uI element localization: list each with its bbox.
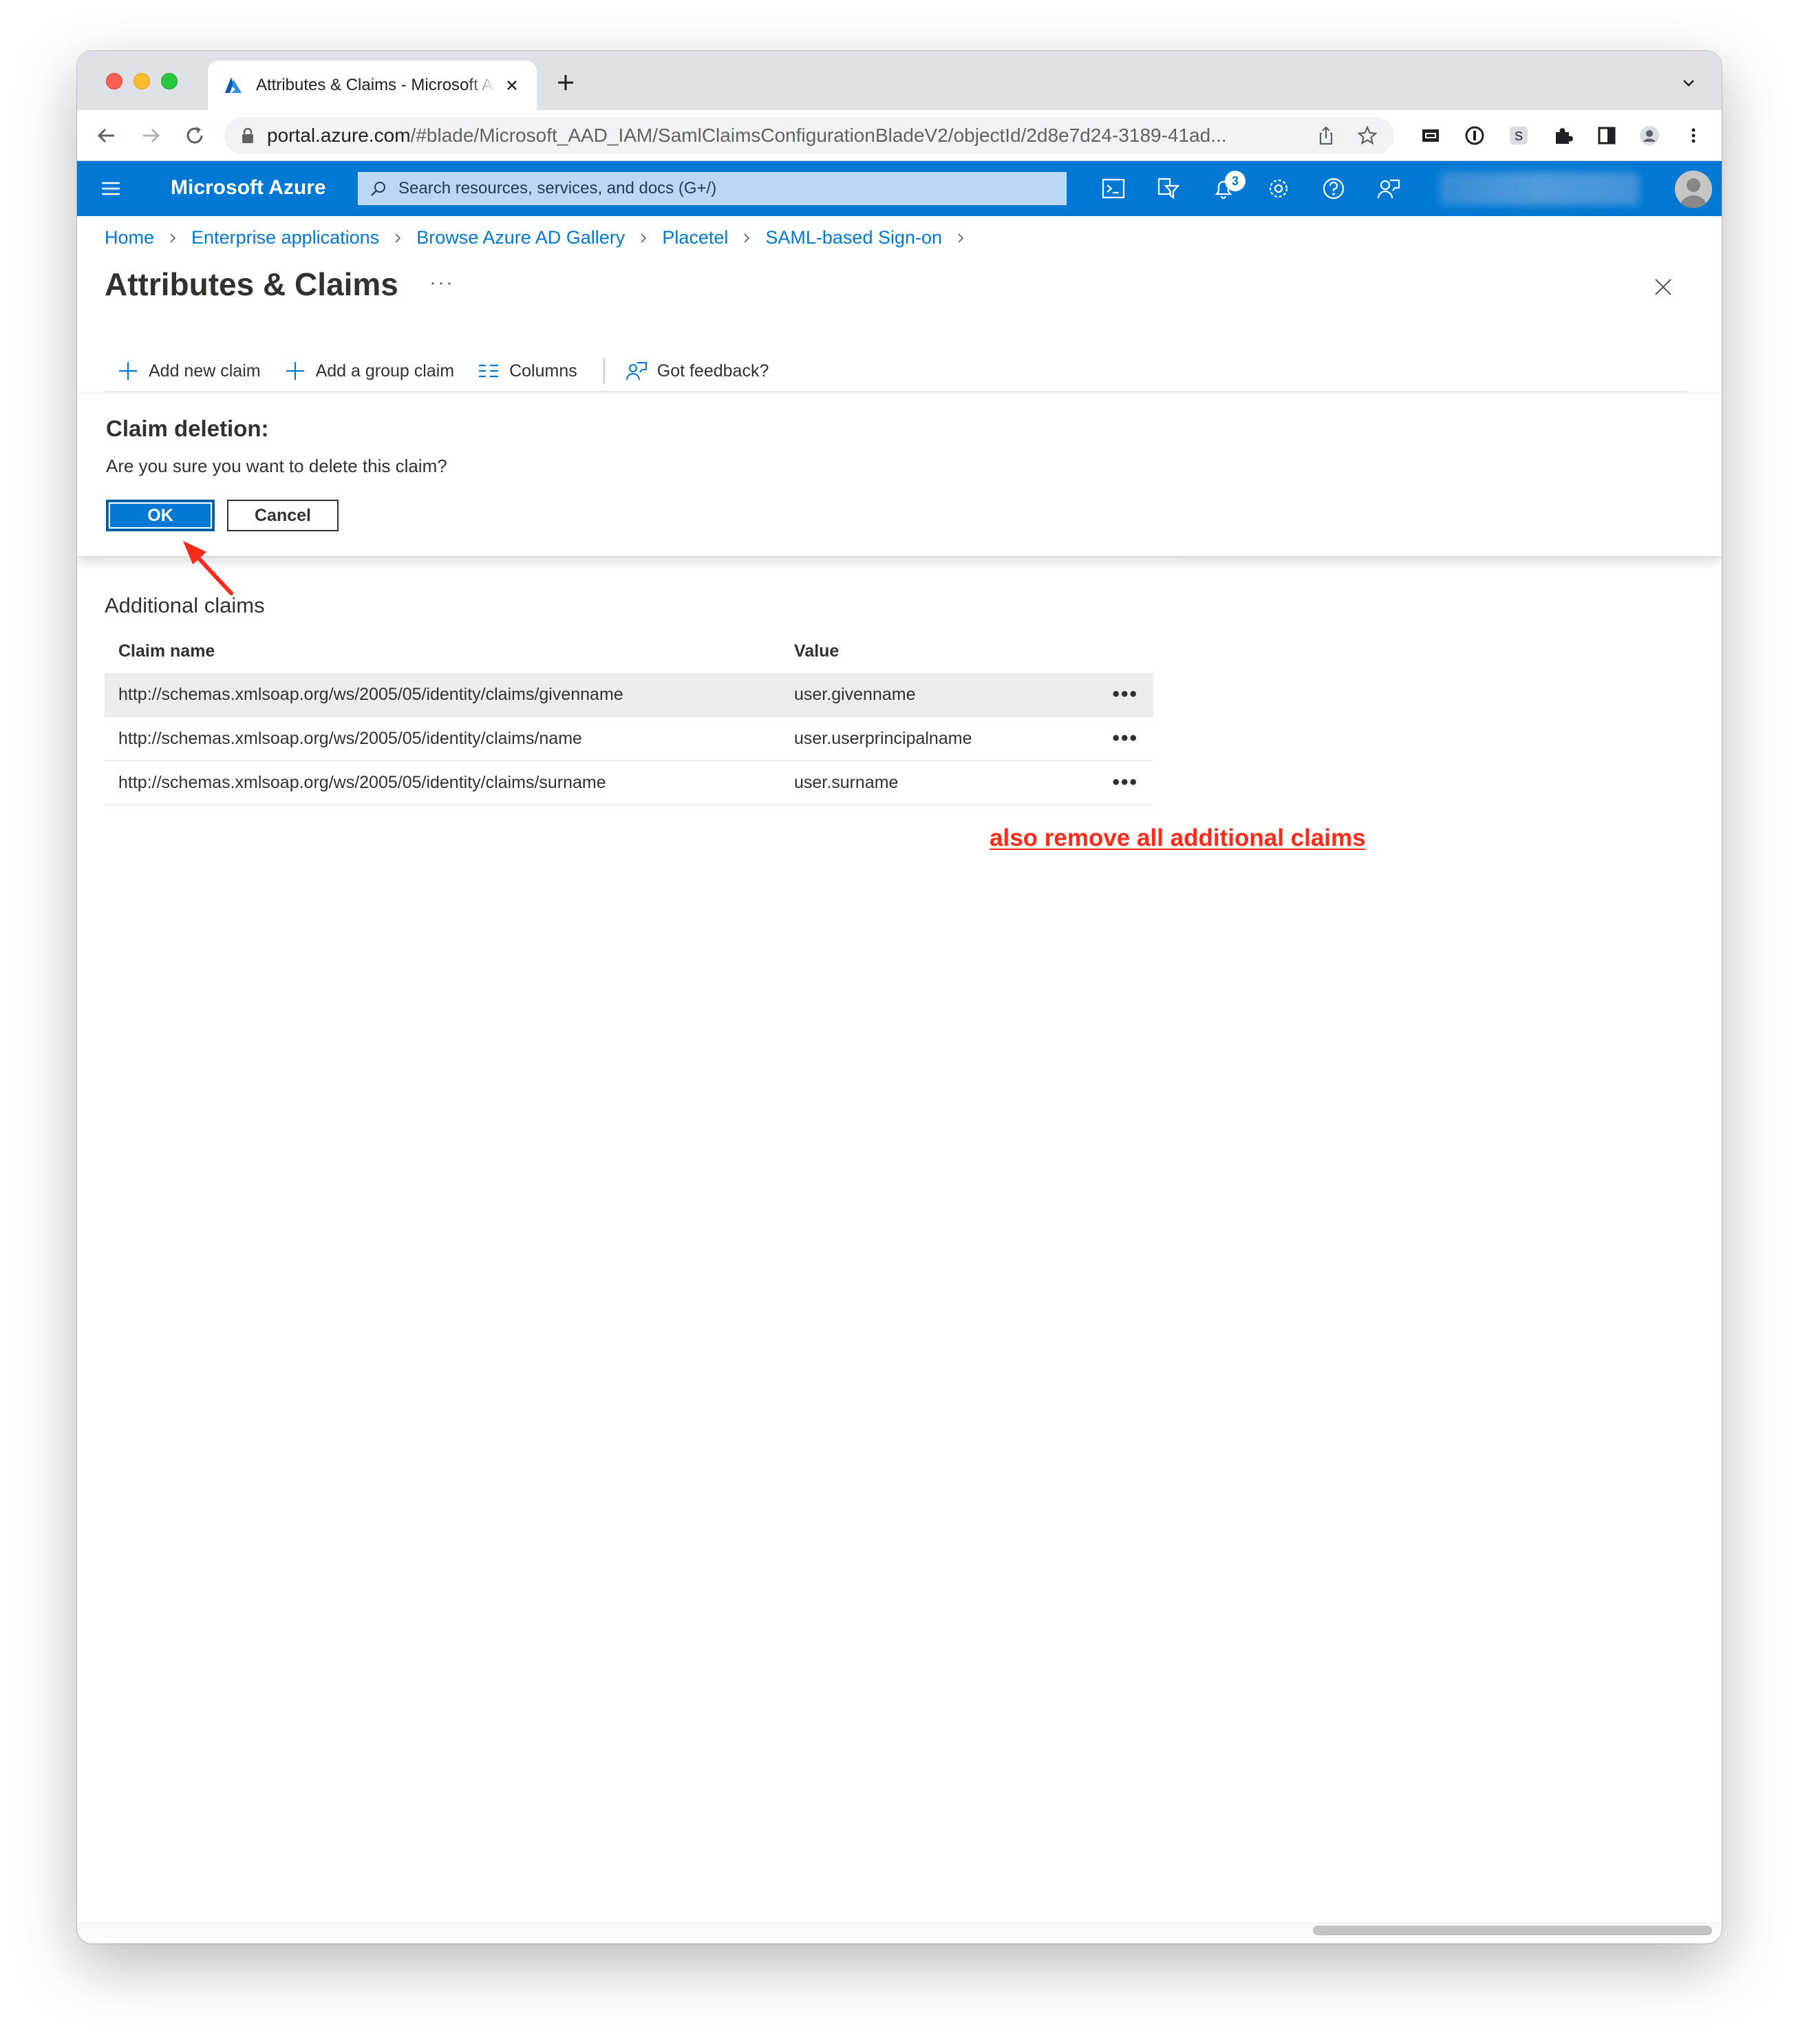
table-row[interactable]: http://schemas.xmlsoap.org/ws/2005/05/id… [105, 673, 1153, 717]
add-new-claim-label: Add new claim [149, 361, 261, 381]
minimize-window-button[interactable] [133, 73, 150, 89]
page-title: Attributes & Claims [105, 266, 398, 302]
section-divider [105, 559, 1178, 560]
claim-deletion-dialog: Claim deletion: Are you sure you want to… [77, 394, 1722, 556]
cloud-shell-icon[interactable] [1101, 176, 1126, 201]
breadcrumb-placetel[interactable]: Placetel [662, 227, 728, 248]
global-search-input[interactable]: Search resources, services, and docs (G+… [358, 172, 1067, 205]
add-new-claim-button[interactable]: Add new claim [105, 360, 261, 382]
tab-title: Attributes & Claims - Microsoft Azure [256, 76, 495, 94]
maximize-window-button[interactable] [161, 73, 178, 89]
row-more-button[interactable]: ••• [1083, 683, 1153, 706]
profile-icon[interactable] [1639, 125, 1660, 146]
claim-name-cell: http://schemas.xmlsoap.org/ws/2005/05/id… [118, 684, 623, 704]
breadcrumb-saml-sign-on[interactable]: SAML-based Sign-on [765, 227, 942, 248]
column-header-claim-name[interactable]: Claim name [105, 641, 794, 661]
url-text: portal.azure.com/#blade/Microsoft_AAD_IA… [267, 125, 1295, 147]
browser-window: Attributes & Claims - Microsoft Azure po… [77, 51, 1722, 1944]
svg-text:S: S [1515, 129, 1523, 143]
columns-button[interactable]: Columns [478, 360, 577, 382]
forward-icon[interactable] [139, 124, 162, 147]
claim-name-cell: http://schemas.xmlsoap.org/ws/2005/05/id… [118, 772, 606, 792]
chevron-right-icon [744, 233, 750, 243]
row-more-button[interactable]: ••• [1083, 727, 1153, 750]
chevron-right-icon [170, 233, 176, 243]
table-row[interactable]: http://schemas.xmlsoap.org/ws/2005/05/id… [105, 761, 1153, 805]
close-icon[interactable] [1651, 275, 1675, 299]
reload-icon[interactable] [183, 124, 206, 147]
command-bar: Add new claim Add a group claim Columns … [105, 351, 1687, 392]
directory-filter-icon[interactable] [1156, 176, 1181, 201]
settings-gear-icon[interactable] [1266, 176, 1291, 201]
plus-icon [119, 362, 137, 380]
extensions-puzzle-icon[interactable] [1552, 125, 1573, 146]
url-path: /#blade/Microsoft_AAD_IAM/SamlClaimsConf… [410, 125, 1227, 146]
feedback-icon[interactable] [1376, 176, 1401, 201]
account-info-blurred[interactable] [1440, 172, 1639, 205]
browser-toolbar: portal.azure.com/#blade/Microsoft_AAD_IA… [77, 110, 1722, 161]
row-more-button[interactable]: ••• [1083, 771, 1153, 794]
columns-icon [479, 364, 499, 378]
azure-brand[interactable]: Microsoft Azure [171, 176, 326, 200]
column-header-value[interactable]: Value [794, 641, 1083, 661]
annotation-note: also remove all additional claims [990, 824, 1366, 851]
chevron-right-icon [395, 233, 401, 243]
back-icon[interactable] [95, 124, 118, 147]
chevron-right-icon [641, 233, 647, 243]
breadcrumb: Home Enterprise applications Browse Azur… [105, 227, 979, 248]
table-row[interactable]: http://schemas.xmlsoap.org/ws/2005/05/id… [105, 717, 1153, 761]
lock-icon[interactable] [241, 127, 255, 144]
portal-menu-icon[interactable] [100, 179, 121, 198]
extension-s-icon[interactable]: S [1508, 125, 1529, 146]
columns-label: Columns [509, 361, 577, 381]
add-group-claim-button[interactable]: Add a group claim [284, 360, 455, 382]
browser-menu-icon[interactable] [1683, 125, 1704, 146]
feedback-label: Got feedback? [656, 361, 769, 381]
azure-logo-icon [225, 77, 242, 93]
plus-icon [286, 362, 304, 380]
tab-strip: Attributes & Claims - Microsoft Azure [77, 51, 1722, 110]
search-placeholder: Search resources, services, and docs (G+… [398, 179, 717, 198]
dialog-message: Are you sure you want to delete this cla… [106, 456, 447, 476]
feedback-person-icon [626, 362, 647, 381]
new-tab-icon[interactable] [555, 72, 577, 94]
extension-tool-icon[interactable] [1420, 125, 1441, 146]
search-icon [371, 182, 385, 196]
tab-search-chevron-icon[interactable] [1680, 74, 1697, 91]
user-avatar[interactable] [1675, 171, 1712, 208]
command-separator [603, 358, 605, 384]
claim-value-cell: user.userprincipalname [794, 728, 972, 748]
breadcrumb-browse-gallery[interactable]: Browse Azure AD Gallery [416, 227, 625, 248]
annotation-arrow-icon [183, 541, 233, 595]
side-panel-icon[interactable] [1596, 125, 1617, 146]
table-header: Claim name Value [105, 632, 1153, 670]
breadcrumb-enterprise-applications[interactable]: Enterprise applications [191, 227, 379, 248]
share-icon[interactable] [1316, 125, 1336, 146]
claim-name-cell: http://schemas.xmlsoap.org/ws/2005/05/id… [118, 728, 582, 748]
claim-value-cell: user.givenname [794, 684, 916, 704]
more-options-button[interactable]: ··· [429, 271, 454, 295]
scrollbar-thumb[interactable] [1313, 1926, 1712, 1935]
feedback-button[interactable]: Got feedback? [613, 360, 769, 382]
close-tab-icon[interactable] [502, 76, 522, 95]
claim-value-cell: user.surname [794, 772, 899, 792]
url-host: portal.azure.com [267, 125, 411, 146]
ok-button[interactable]: OK [106, 500, 215, 531]
additional-claims-heading: Additional claims [105, 593, 265, 617]
dialog-title: Claim deletion: [106, 416, 269, 441]
breadcrumb-home[interactable]: Home [105, 227, 154, 248]
help-icon[interactable] [1321, 176, 1346, 201]
add-group-claim-label: Add a group claim [315, 361, 455, 381]
bookmark-star-icon[interactable] [1357, 125, 1378, 146]
notification-count-badge: 3 [1225, 171, 1246, 191]
password-manager-icon[interactable] [1464, 125, 1485, 146]
browser-tab[interactable]: Attributes & Claims - Microsoft Azure [208, 61, 537, 110]
cancel-button[interactable]: Cancel [227, 500, 339, 531]
address-bar[interactable]: portal.azure.com/#blade/Microsoft_AAD_IA… [224, 117, 1394, 154]
close-window-button[interactable] [106, 73, 122, 89]
chevron-right-icon [958, 233, 964, 243]
